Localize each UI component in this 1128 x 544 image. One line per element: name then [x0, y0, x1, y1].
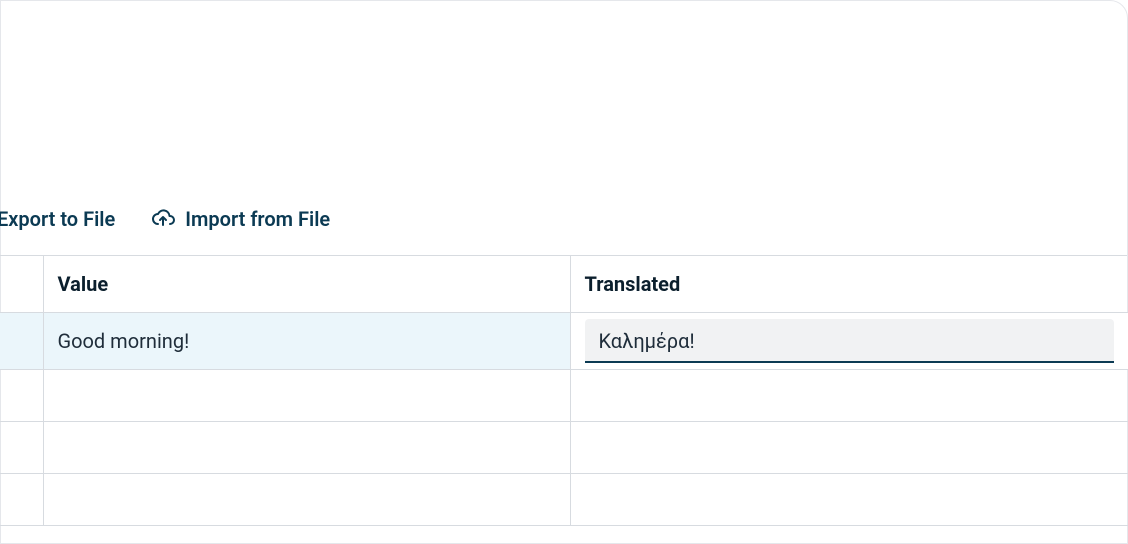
header-stub [0, 256, 43, 312]
cloud-upload-icon [151, 207, 175, 231]
header-value: Value [43, 256, 570, 312]
row-stub [0, 312, 43, 369]
import-from-file-button[interactable]: Import from File [151, 207, 330, 231]
translations-table: Value Translated Good morning! [0, 256, 1128, 526]
cell-translated [570, 369, 1128, 421]
cell-value: Good morning! [43, 312, 570, 369]
table-row[interactable] [0, 421, 1128, 473]
cell-value [43, 369, 570, 421]
translations-table-wrap: Value Translated Good morning! [0, 255, 1127, 526]
export-to-file-button[interactable]: Export to File [0, 207, 115, 231]
import-label: Import from File [185, 207, 330, 231]
cell-translated [570, 312, 1128, 369]
table-header-row: Value Translated [0, 256, 1128, 312]
table-row[interactable] [0, 369, 1128, 421]
header-translated: Translated [570, 256, 1128, 312]
cell-translated [570, 421, 1128, 473]
content-panel: Export to File Import from File Value [0, 0, 1128, 544]
toolbar: Export to File Import from File [1, 207, 330, 231]
cell-value [43, 473, 570, 525]
cell-translated [570, 473, 1128, 525]
table-row[interactable] [0, 473, 1128, 525]
cell-value [43, 421, 570, 473]
row-stub [0, 369, 43, 421]
row-stub [0, 421, 43, 473]
export-label: Export to File [0, 207, 115, 231]
row-stub [0, 473, 43, 525]
translated-input[interactable] [585, 319, 1115, 363]
table-row[interactable]: Good morning! [0, 312, 1128, 369]
